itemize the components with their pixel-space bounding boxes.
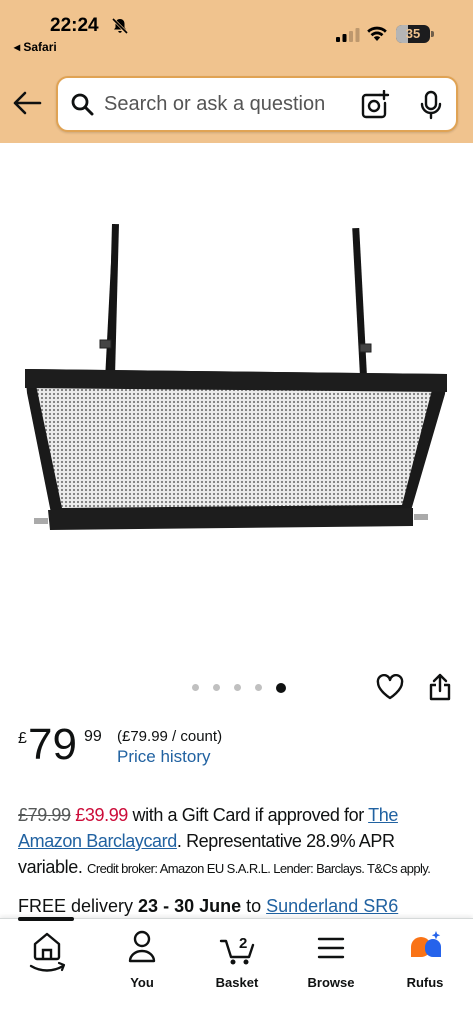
price-whole: 79 <box>28 720 77 769</box>
back-to-safari[interactable]: ◂ Safari <box>14 40 57 54</box>
active-tab-indicator <box>18 917 74 921</box>
wifi-icon <box>367 26 387 41</box>
delivery-prefix: FREE delivery <box>18 896 139 916</box>
delivery-info: FREE delivery 23 - 30 June to Sunderland… <box>18 896 398 917</box>
nav-you-label: You <box>130 975 154 990</box>
offer-price: £39.99 <box>75 805 128 825</box>
battery-indicator: 35 <box>396 25 430 43</box>
search-input[interactable]: Search or ask a question <box>104 93 325 116</box>
nav-browse-label: Browse <box>307 975 355 990</box>
barclaycard-offer: £79.99 £39.99 with a Gift Card if approv… <box>18 802 458 882</box>
bell-off-icon <box>111 17 129 35</box>
delivery-to: to <box>241 896 267 916</box>
share-icon[interactable] <box>428 673 452 701</box>
delivery-location-link[interactable]: Sunderland SR6 <box>266 896 398 916</box>
unit-price: (£79.99 / count) <box>117 728 223 745</box>
heart-icon[interactable] <box>376 674 404 700</box>
product-image[interactable] <box>0 180 473 560</box>
nav-basket-label: Basket <box>215 975 259 990</box>
carousel-dot[interactable] <box>213 684 220 691</box>
basket-count: 2 <box>239 935 247 952</box>
carousel-dot[interactable] <box>255 684 262 691</box>
user-icon <box>128 930 156 963</box>
rufus-icon <box>411 931 441 957</box>
carousel-dot[interactable] <box>192 684 199 691</box>
nav-you[interactable]: You <box>102 929 182 999</box>
signal-icon <box>336 28 360 42</box>
camera-icon[interactable] <box>360 90 390 120</box>
home-icon <box>29 932 66 972</box>
nav-basket[interactable]: 2 Basket <box>197 929 277 999</box>
offer-text: with a Gift Card if approved for <box>127 805 369 825</box>
offer-credit-text: Credit broker: Amazon EU S.A.R.L. Lender… <box>87 861 431 876</box>
nav-browse[interactable]: Browse <box>291 929 371 999</box>
header: 22:24 ◂ Safari 35 Search or ask a questi… <box>0 0 473 143</box>
bottom-nav: You 2 Basket Browse Rufus <box>0 917 473 1024</box>
search-bar[interactable]: Search or ask a question <box>56 76 458 132</box>
old-price: £79.99 <box>18 805 71 825</box>
menu-icon <box>317 937 345 959</box>
status-time: 22:24 <box>50 15 99 36</box>
price-fraction: 99 <box>84 728 102 745</box>
status-bar: 22:24 ◂ Safari 35 <box>0 0 473 60</box>
price-symbol: £ <box>18 730 27 747</box>
carousel-dot[interactable] <box>234 684 241 691</box>
carousel-dots[interactable] <box>192 682 287 694</box>
carousel-dot-active[interactable] <box>276 683 286 693</box>
nav-rufus[interactable]: Rufus <box>385 929 465 999</box>
nav-home[interactable] <box>7 929 87 999</box>
nav-rufus-label: Rufus <box>406 975 444 990</box>
search-icon <box>71 93 94 116</box>
delivery-dates: 23 - 30 June <box>138 896 242 916</box>
basket-icon: 2 <box>219 935 255 965</box>
back-arrow-icon[interactable] <box>12 90 42 116</box>
mic-icon[interactable] <box>418 90 444 120</box>
price-history-link[interactable]: Price history <box>117 747 211 767</box>
